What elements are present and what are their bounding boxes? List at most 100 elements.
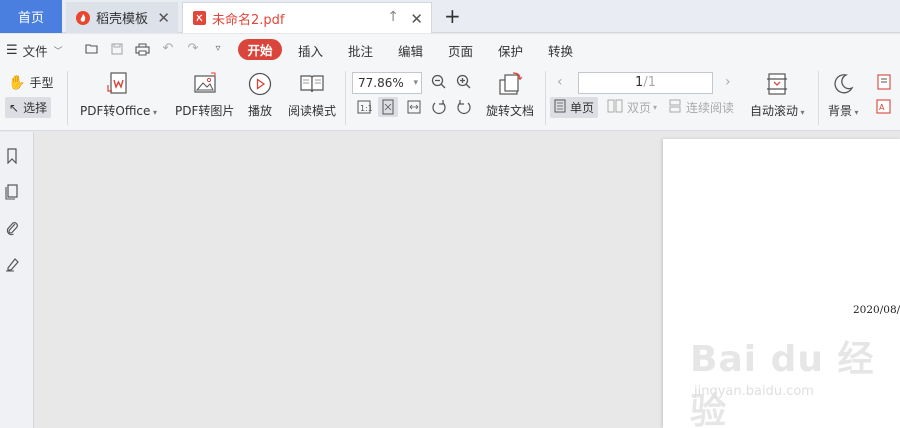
double-page-label: 双页 (627, 101, 652, 115)
watermark-sub-text: jingyan.baidu.com (694, 384, 814, 399)
translate-icon[interactable]: A (876, 99, 894, 115)
ribbon-toolbar: ✋ 手型 ↖ 选择 PDF转Office ▾ PDF转图片 播放 阅读模式 77… (0, 65, 900, 131)
watermark-main-text: Bai du 经验 (690, 339, 875, 428)
file-menu[interactable]: ☰ 文件 ﹀ (6, 41, 63, 60)
rotate-left-icon[interactable] (431, 99, 447, 115)
fit-width-icon[interactable] (406, 99, 422, 115)
menu-tab-page[interactable]: 页面 (448, 41, 473, 60)
svg-text:A: A (879, 103, 885, 112)
tab-template[interactable]: 稻壳模板 ✕ (66, 2, 178, 33)
svg-text:1:1: 1:1 (360, 104, 372, 113)
hamburger-icon: ☰ (6, 43, 18, 58)
chevron-down-icon: ▾ (413, 78, 418, 88)
open-folder-icon[interactable] (85, 42, 99, 56)
menu-tab-protect[interactable]: 保护 (498, 41, 523, 60)
next-page-icon[interactable]: › (725, 74, 731, 90)
continuous-read-icon (668, 99, 682, 116)
bookmark-icon[interactable] (5, 148, 19, 165)
single-page-label: 单页 (570, 101, 595, 115)
play-label: 播放 (247, 104, 272, 118)
tab-bar: 首页 稻壳模板 ✕ 未命名2.pdf ↑ ✕ + (0, 0, 900, 33)
page-total: /1 (643, 75, 656, 90)
chevron-down-icon: ▾ (653, 103, 658, 112)
file-menu-label: 文件 (22, 44, 48, 59)
hand-tool-label: 手型 (29, 76, 54, 90)
baidu-watermark: Bai du 经验 jingyan.baidu.com (690, 330, 890, 428)
prev-page-icon[interactable]: ‹ (557, 74, 563, 90)
rotate-document-button[interactable]: 旋转文档 (486, 71, 534, 119)
print-icon[interactable] (135, 42, 150, 56)
menu-bar: ☰ 文件 ﹀ ↶ ↷ ▿ 开始 插入 批注 编辑 页面 保护 转换 (0, 34, 900, 65)
select-tool-label: 选择 (23, 101, 48, 115)
tab-home-label: 首页 (17, 11, 44, 26)
redo-icon[interactable]: ↷ (186, 42, 200, 56)
new-tab-icon[interactable]: + (444, 4, 461, 28)
ribbon-separator (545, 71, 546, 125)
continuous-read-label: 连续阅读 (686, 101, 735, 115)
zoom-level-select[interactable]: 77.86% ▾ (352, 72, 422, 94)
fit-page-icon[interactable] (378, 97, 398, 117)
auto-scroll-icon (764, 71, 790, 97)
menu-tab-start-label: 开始 (247, 43, 273, 58)
pdf-to-office-button[interactable]: PDF转Office ▾ (80, 71, 157, 119)
continuous-read-button[interactable]: 连续阅读 (668, 99, 734, 116)
auto-scroll-label: 自动滚动 ▾ (750, 104, 805, 118)
menu-tab-annotate[interactable]: 批注 (348, 41, 373, 60)
read-mode-label: 阅读模式 (288, 104, 337, 118)
close-icon[interactable]: ✕ (410, 10, 423, 28)
double-page-button[interactable]: 双页 ▾ (607, 99, 657, 116)
close-icon[interactable]: ✕ (157, 9, 170, 27)
customize-dropdown-icon[interactable]: ▿ (211, 42, 225, 56)
hand-icon: ✋ (8, 74, 26, 91)
zoom-in-icon[interactable] (456, 74, 472, 90)
select-tool-button[interactable]: ↖ 选择 (5, 97, 52, 118)
ribbon-separator (345, 71, 346, 125)
menu-tab-start[interactable]: 开始 (238, 39, 282, 60)
attachment-icon[interactable] (5, 220, 19, 236)
single-page-icon (554, 99, 566, 116)
tab-template-label: 稻壳模板 (96, 12, 149, 27)
page-date-text: 2020/08/ (853, 304, 900, 316)
rotate-document-icon (497, 71, 523, 97)
thumbnail-icon[interactable] (5, 184, 19, 200)
tab-file-label: 未命名2.pdf (212, 12, 285, 28)
play-button[interactable]: 播放 (247, 71, 273, 119)
ribbon-separator (67, 71, 68, 125)
read-mode-button[interactable]: 阅读模式 (288, 71, 336, 119)
background-button[interactable]: 背景 ▾ (828, 71, 859, 119)
chevron-down-icon: ﹀ (53, 47, 63, 57)
cursor-arrow-icon: ↖ (9, 100, 20, 115)
auto-scroll-button[interactable]: 自动滚动 ▾ (750, 71, 805, 119)
menu-tab-convert[interactable]: 转换 (548, 41, 573, 60)
left-sidebar (0, 132, 34, 428)
single-page-button[interactable]: 单页 (550, 97, 599, 118)
signature-icon[interactable] (5, 256, 19, 272)
pdf-to-office-label: PDF转Office ▾ (80, 104, 157, 118)
zoom-level-value: 77.86% (358, 76, 404, 90)
pdf-to-image-icon (192, 71, 218, 97)
rotate-document-label: 旋转文档 (486, 104, 535, 118)
docer-flame-icon (76, 10, 90, 25)
menu-tab-edit[interactable]: 编辑 (398, 41, 423, 60)
undo-icon[interactable]: ↶ (161, 42, 175, 56)
page-number-input[interactable]: 1/1 (578, 72, 713, 94)
pdf-file-icon (193, 11, 206, 25)
play-icon (247, 71, 273, 97)
book-icon (299, 71, 325, 97)
ribbon-separator (818, 71, 819, 125)
menu-tab-insert[interactable]: 插入 (298, 41, 323, 60)
actual-size-icon[interactable]: 1:1 (356, 99, 372, 115)
hand-tool-button[interactable]: ✋ 手型 (8, 74, 53, 91)
double-page-icon (607, 99, 623, 116)
pin-up-icon[interactable]: ↑ (387, 9, 399, 25)
pdf-to-image-button[interactable]: PDF转图片 (175, 71, 234, 119)
pdf-to-image-label: PDF转图片 (175, 104, 235, 118)
save-icon[interactable] (110, 42, 124, 56)
tab-home[interactable]: 首页 (0, 0, 62, 33)
rotate-right-icon[interactable] (456, 99, 472, 115)
word-count-icon[interactable] (876, 73, 894, 91)
tab-file[interactable]: 未命名2.pdf ↑ ✕ (182, 2, 432, 33)
moon-icon (830, 71, 856, 97)
zoom-out-icon[interactable] (431, 74, 447, 90)
background-label: 背景 ▾ (828, 104, 859, 118)
